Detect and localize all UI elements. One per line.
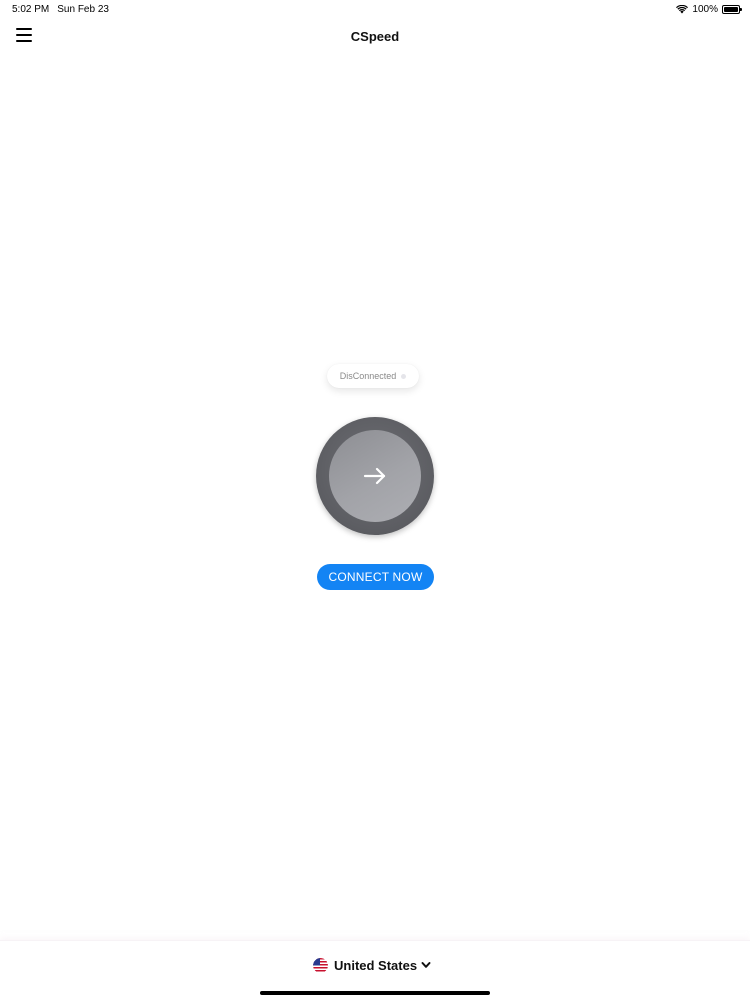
country-selector[interactable]: United States	[313, 956, 431, 974]
chevron-down-icon	[421, 962, 431, 968]
connection-status-text: DisConnected	[339, 371, 397, 381]
arrow-right-icon	[363, 467, 386, 485]
status-bar: 5:02 PM Sun Feb 23 100%	[0, 0, 750, 18]
connection-status-badge: DisConnected	[327, 364, 419, 388]
battery-fill	[724, 7, 738, 12]
app-screen: 5:02 PM Sun Feb 23 100% CSpeed DisConnec…	[0, 0, 750, 1000]
nav-bar: CSpeed	[0, 22, 750, 52]
bottom-bar: United States	[0, 940, 750, 1000]
status-time: 5:02 PM	[12, 4, 50, 15]
status-left: 5:02 PM Sun Feb 23	[12, 4, 109, 15]
connect-now-button[interactable]: CONNECT NOW	[317, 564, 434, 590]
status-date: Sun Feb 23	[57, 4, 109, 15]
connect-toggle-inner	[329, 430, 421, 522]
us-flag-icon	[313, 957, 328, 973]
status-right: 100%	[676, 4, 742, 15]
connect-toggle-button[interactable]	[316, 417, 434, 535]
country-name: United States	[334, 957, 418, 973]
wifi-icon	[676, 5, 689, 14]
battery-percent: 100%	[692, 4, 718, 15]
page-title: CSpeed	[350, 29, 400, 44]
status-indicator-dot	[401, 373, 407, 379]
home-indicator	[260, 991, 490, 995]
battery-icon	[722, 5, 742, 14]
